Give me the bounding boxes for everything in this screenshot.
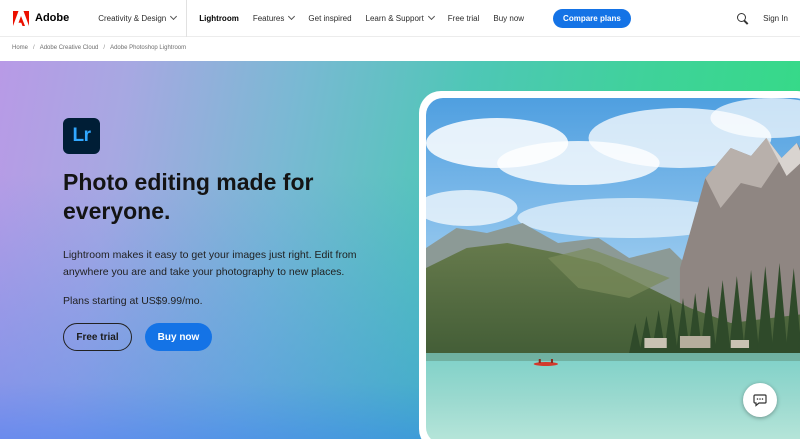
lake-mountain-photo bbox=[426, 98, 800, 439]
nav-item-label: Features bbox=[252, 13, 285, 23]
adobe-logo-icon bbox=[13, 10, 29, 26]
nav-item-label: Lightroom bbox=[199, 13, 239, 23]
breadcrumb-home[interactable]: Home bbox=[12, 45, 28, 51]
nav-item-lightroom[interactable]: Lightroom bbox=[187, 14, 246, 23]
nav-item-label: Learn & Support bbox=[365, 13, 424, 23]
nav-item-get-inspired[interactable]: Get inspired bbox=[301, 14, 358, 23]
buy-now-button[interactable]: Buy now bbox=[145, 323, 212, 351]
nav-item-label: Buy now bbox=[493, 13, 525, 23]
nav-item-features[interactable]: Features bbox=[246, 12, 302, 23]
nav-item-label: Creativity & Design bbox=[98, 13, 167, 23]
nav-item-learn-support[interactable]: Learn & Support bbox=[359, 12, 441, 23]
global-nav: Adobe Creativity & Design Lightroom Feat… bbox=[0, 0, 800, 37]
chevron-down-icon bbox=[288, 12, 296, 21]
hero-title-line-1: Photo editing made for bbox=[63, 169, 314, 195]
lightroom-badge-text: Lr bbox=[72, 125, 92, 146]
nav-item-label: Free trial bbox=[447, 13, 480, 23]
hero-desc-line-1: Lightroom makes it easy to get your imag… bbox=[63, 249, 357, 261]
brand-name: Adobe bbox=[35, 12, 70, 24]
breadcrumb-creative-cloud[interactable]: Adobe Creative Cloud bbox=[40, 45, 99, 51]
breadcrumb-separator: / bbox=[103, 45, 106, 51]
chevron-down-icon bbox=[170, 12, 178, 21]
hero-title-line-2: everyone. bbox=[63, 198, 171, 224]
hero-description: Lightroom makes it easy to get your imag… bbox=[63, 247, 363, 281]
hero-title: Photo editing made for everyone. bbox=[63, 168, 383, 226]
lightroom-app-icon: Lr bbox=[63, 118, 100, 154]
adobe-logo[interactable]: Adobe bbox=[13, 10, 70, 26]
hero-photo-card bbox=[419, 91, 800, 439]
search-icon[interactable] bbox=[737, 12, 749, 25]
nav-links: Creativity & Design Lightroom Features G… bbox=[91, 0, 631, 37]
chat-button[interactable] bbox=[743, 383, 777, 417]
chat-icon bbox=[753, 394, 767, 407]
nav-right: Sign In bbox=[737, 0, 788, 37]
breadcrumb-separator: / bbox=[33, 45, 35, 51]
free-trial-button[interactable]: Free trial bbox=[63, 323, 132, 351]
chevron-down-icon bbox=[427, 12, 435, 21]
pricing-text: Plans starting at US$9.99/mo. bbox=[63, 295, 203, 307]
hero-section: Lr Photo editing made for everyone. Ligh… bbox=[0, 61, 800, 439]
breadcrumb: Home / Adobe Creative Cloud / Adobe Phot… bbox=[12, 42, 186, 54]
nav-item-label: Get inspired bbox=[308, 13, 352, 23]
nav-item-creativity-design[interactable]: Creativity & Design bbox=[91, 12, 186, 23]
breadcrumb-current: Adobe Photoshop Lightroom bbox=[110, 45, 187, 51]
sign-in-link[interactable]: Sign In bbox=[763, 14, 788, 23]
hero-desc-line-2: anywhere you are and take your photograp… bbox=[63, 266, 345, 278]
nav-item-free-trial[interactable]: Free trial bbox=[441, 14, 487, 23]
compare-plans-button[interactable]: Compare plans bbox=[553, 8, 631, 28]
nav-item-buy-now[interactable]: Buy now bbox=[486, 14, 531, 23]
